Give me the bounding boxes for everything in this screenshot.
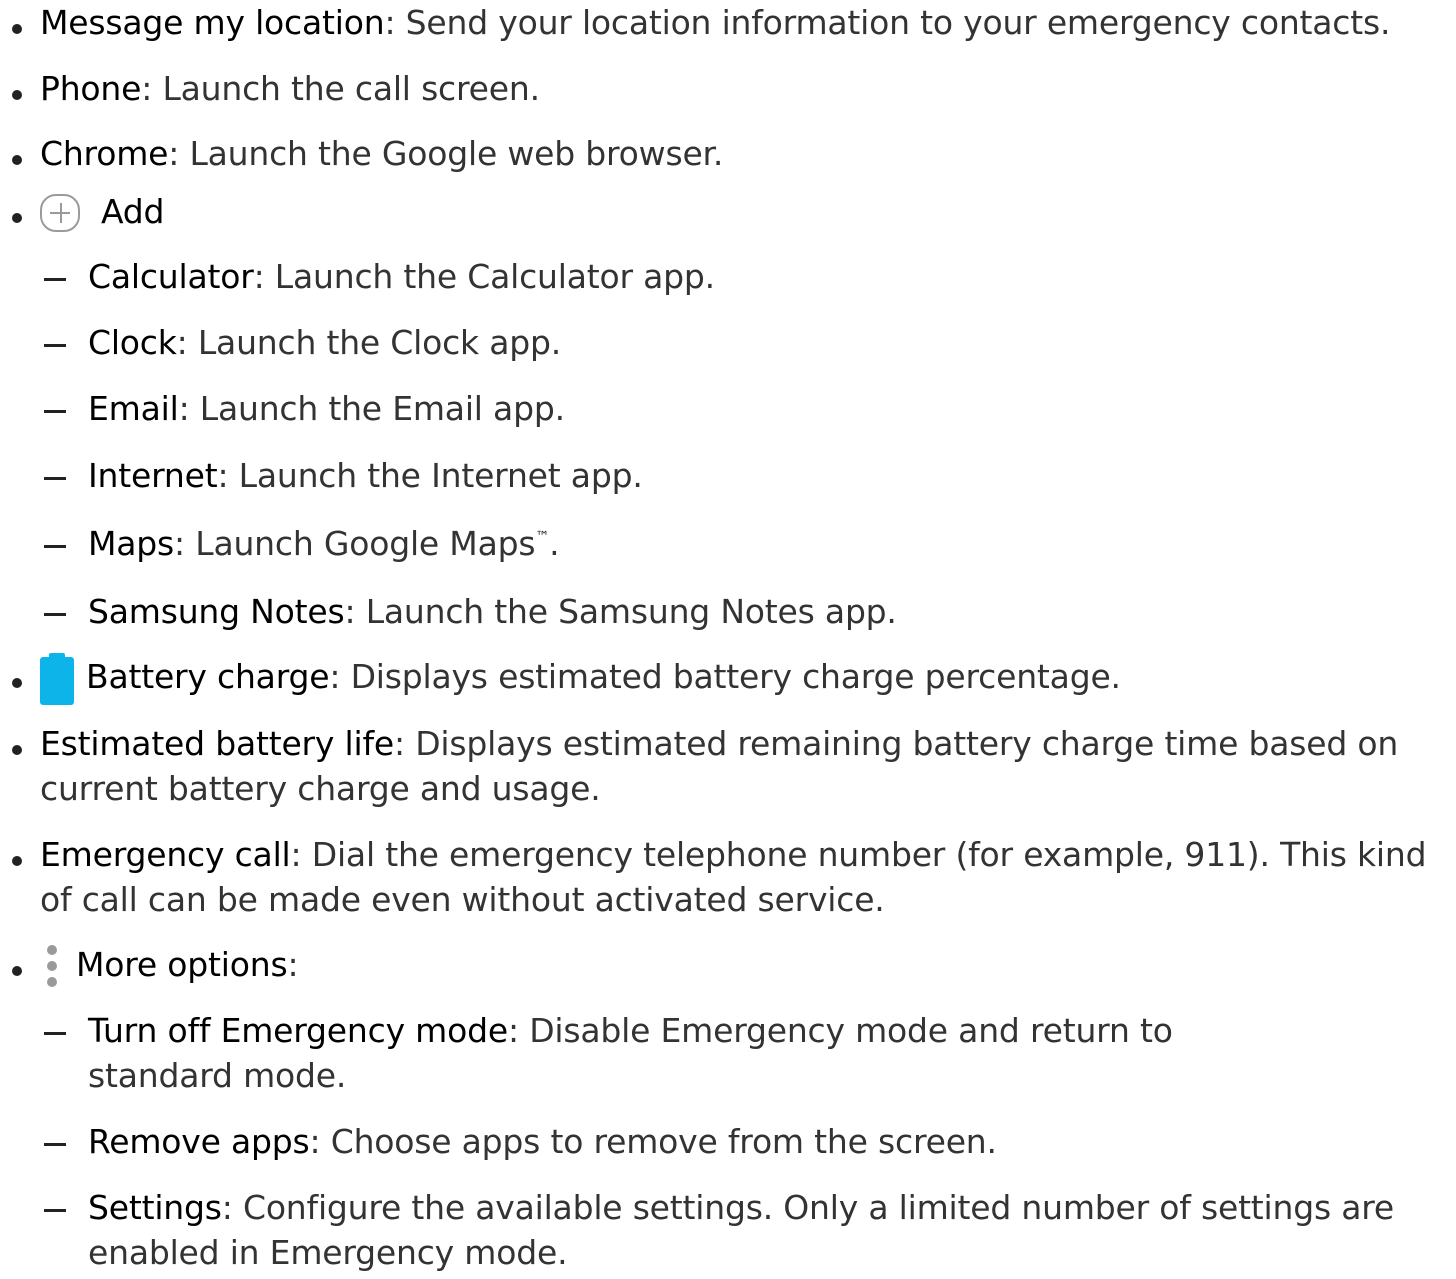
bullet bbox=[12, 24, 22, 34]
item-text: Emergency call: Dial the emergency telep… bbox=[40, 835, 1427, 874]
dash bbox=[44, 344, 66, 347]
item-text: Samsung Notes: Launch the Samsung Notes … bbox=[88, 592, 897, 631]
item-text-continued: current battery charge and usage. bbox=[40, 769, 601, 808]
dash bbox=[44, 1143, 66, 1146]
trademark-symbol: ™ bbox=[535, 529, 550, 545]
bullet bbox=[12, 745, 22, 755]
dash bbox=[44, 1209, 66, 1212]
item-text: Internet: Launch the Internet app. bbox=[88, 456, 643, 495]
dash bbox=[44, 410, 66, 413]
battery-icon bbox=[40, 653, 74, 705]
bullet bbox=[12, 90, 22, 100]
item-text: More options: bbox=[76, 945, 299, 984]
bullet bbox=[12, 213, 22, 223]
item-text-continued: of call can be made even without activat… bbox=[40, 880, 885, 919]
item-text-continued: enabled in Emergency mode. bbox=[88, 1233, 568, 1272]
item-text: Phone: Launch the call screen. bbox=[40, 69, 540, 108]
item-text: Add bbox=[101, 192, 165, 231]
item-text: Chrome: Launch the Google web browser. bbox=[40, 134, 724, 173]
item-text: Clock: Launch the Clock app. bbox=[88, 323, 562, 362]
item-text: Email: Launch the Email app. bbox=[88, 389, 565, 428]
item-text: Battery charge: Displays estimated batte… bbox=[86, 657, 1121, 696]
more-options-icon bbox=[45, 945, 59, 989]
item-text: Message my location: Send your location … bbox=[40, 3, 1391, 42]
bullet bbox=[12, 678, 22, 688]
dash bbox=[44, 278, 66, 281]
dash bbox=[44, 545, 66, 548]
item-text: Calculator: Launch the Calculator app. bbox=[88, 257, 715, 296]
dash bbox=[44, 613, 66, 616]
dash bbox=[44, 1032, 66, 1035]
item-text: Settings: Configure the available settin… bbox=[88, 1188, 1395, 1227]
bullet bbox=[12, 155, 22, 165]
item-text: Estimated battery life: Displays estimat… bbox=[40, 724, 1399, 763]
item-text: Remove apps: Choose apps to remove from … bbox=[88, 1122, 997, 1161]
item-text: Turn off Emergency mode: Disable Emergen… bbox=[88, 1011, 1173, 1050]
bullet bbox=[12, 966, 22, 976]
bullet bbox=[12, 856, 22, 866]
item-text-continued: standard mode. bbox=[88, 1056, 347, 1095]
item-text: Maps: Launch Google Maps™. bbox=[88, 524, 560, 563]
add-icon bbox=[40, 194, 80, 232]
dash bbox=[44, 477, 66, 480]
